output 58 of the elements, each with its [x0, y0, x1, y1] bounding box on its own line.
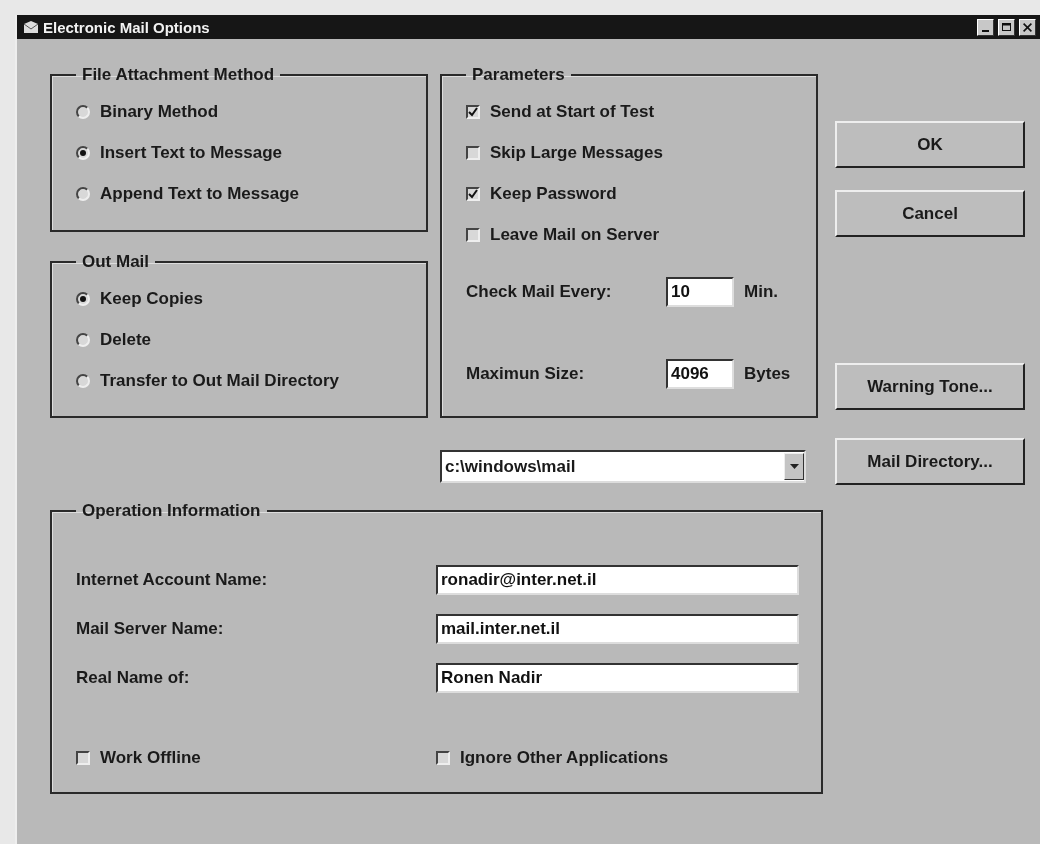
checkbox-label: Leave Mail on Server	[490, 224, 660, 245]
input-field[interactable]: 4096	[666, 359, 734, 389]
input-field[interactable]: 10	[666, 277, 734, 307]
checkbox[interactable]	[466, 104, 480, 119]
checkmark-icon	[468, 106, 478, 117]
input-field[interactable]: ronadir@inter.net.il	[436, 565, 799, 595]
checkbox[interactable]	[76, 751, 90, 765]
ok-button[interactable]: OK	[835, 121, 1025, 168]
window-title: Electronic Mail Options	[43, 18, 211, 36]
unit-label: Min.	[744, 282, 779, 302]
radio-button[interactable]	[76, 104, 90, 119]
checkbox[interactable]	[466, 227, 480, 242]
checkbox-label: Send at Start of Test	[490, 101, 655, 122]
field-label: Internet Account Name:	[76, 570, 269, 590]
checkbox-label: Work Offline	[100, 748, 201, 768]
radio-button[interactable]	[76, 145, 90, 160]
dropdown-value: c:\windows\mail	[444, 456, 577, 477]
unit-label: Bytes	[744, 364, 792, 384]
mail-directory-button[interactable]: Mail Directory...	[835, 438, 1025, 485]
close-button[interactable]	[1019, 18, 1036, 36]
checkbox-label: Ignore Other Applications	[460, 748, 669, 768]
group-title: File Attachment Method	[81, 65, 276, 85]
envelope-icon	[23, 20, 39, 34]
field-label: Check Mail Every:	[466, 282, 613, 302]
dropdown-button[interactable]	[784, 453, 804, 480]
radio-button[interactable]	[76, 291, 90, 306]
radio-label: Insert Text to Message	[100, 142, 283, 163]
radio-button[interactable]	[76, 373, 90, 388]
radio-label: Append Text to Message	[100, 183, 299, 204]
warning-tone-button[interactable]: Warning Tone...	[835, 363, 1025, 410]
radio-button[interactable]	[76, 186, 90, 201]
radio-button[interactable]	[76, 332, 90, 347]
checkmark-icon	[468, 188, 478, 199]
close-icon	[1023, 22, 1032, 32]
radio-label: Keep Copies	[100, 288, 203, 309]
input-field[interactable]: mail.inter.net.il	[436, 614, 799, 644]
radio-label: Binary Method	[100, 101, 219, 122]
group-title: Out Mail	[81, 252, 151, 272]
field-label: Mail Server Name:	[76, 619, 225, 639]
checkbox-label: Keep Password	[490, 183, 617, 204]
checkbox-label: Skip Large Messages	[490, 142, 663, 163]
group-title: Parameters	[471, 65, 566, 85]
checkbox[interactable]	[436, 751, 450, 765]
input-field[interactable]: Ronen Nadir	[436, 663, 799, 693]
maximize-icon	[1002, 23, 1011, 31]
field-label: Maximun Size:	[466, 364, 586, 384]
dropdown[interactable]: c:\windows\mail	[440, 450, 806, 483]
maximize-button[interactable]	[998, 18, 1015, 36]
checkbox[interactable]	[466, 186, 480, 201]
radio-label: Delete	[100, 329, 152, 350]
checkbox[interactable]	[466, 145, 480, 160]
caret-icon	[789, 463, 799, 470]
field-label: Real Name of:	[76, 668, 191, 688]
minimize-icon	[982, 29, 989, 32]
minimize-button[interactable]	[977, 18, 994, 36]
cancel-button[interactable]: Cancel	[835, 190, 1025, 237]
group-title: Operation Information	[81, 501, 262, 521]
radio-label: Transfer to Out Mail Directory	[100, 370, 339, 391]
